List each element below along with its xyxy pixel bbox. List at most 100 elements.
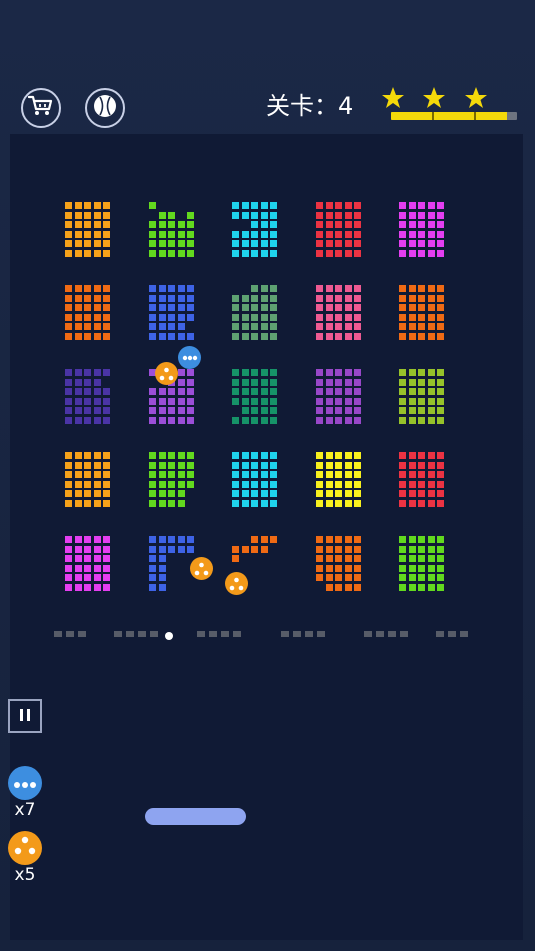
brick: [103, 461, 110, 469]
brick: [325, 452, 333, 459]
brick: [74, 490, 82, 497]
brick: [260, 388, 268, 395]
brick: [103, 583, 110, 591]
pause-button[interactable]: [8, 699, 42, 733]
brick: [241, 471, 249, 478]
brick: [354, 471, 361, 478]
brick: [93, 407, 101, 414]
brick: [427, 397, 435, 405]
brick: [260, 369, 268, 376]
brick: [354, 221, 361, 228]
brick: [232, 323, 239, 330]
brick: [418, 285, 425, 292]
brick: [241, 249, 249, 257]
brick: [260, 545, 268, 553]
brick: [149, 249, 156, 257]
brick: [65, 574, 72, 581]
brick: [149, 499, 156, 507]
brick: [65, 461, 72, 469]
brick: [84, 332, 91, 340]
brick: [316, 461, 323, 469]
brick: [270, 202, 277, 209]
brick: [168, 480, 175, 488]
brick: [408, 388, 416, 395]
brick: [325, 574, 333, 581]
brick: [103, 416, 110, 424]
brick: [149, 221, 156, 228]
brick: [251, 536, 258, 543]
brick: [325, 471, 333, 478]
brick: [335, 249, 342, 257]
brick: [316, 452, 323, 459]
brick: [344, 369, 352, 376]
brick: [418, 304, 425, 311]
brick: [270, 240, 277, 247]
brick: [65, 202, 72, 209]
brick: [335, 555, 342, 562]
brick: [325, 240, 333, 247]
brick: [149, 285, 156, 292]
brick: [103, 332, 110, 340]
brick: [437, 369, 444, 376]
brick: [325, 397, 333, 405]
track-dash: [233, 631, 241, 637]
brick: [270, 221, 277, 228]
brick: [187, 397, 194, 405]
brick: [437, 490, 444, 497]
brick: [325, 378, 333, 386]
track-dash: [281, 631, 289, 637]
brick: [93, 230, 101, 238]
brick: [241, 304, 249, 311]
ball-skin-button[interactable]: [85, 88, 125, 128]
brick: [74, 397, 82, 405]
brick: [427, 416, 435, 424]
brick: [158, 221, 166, 228]
multi-ball-item[interactable]: [8, 766, 42, 800]
brick: [408, 240, 416, 247]
brick: [65, 490, 72, 497]
brick: [74, 323, 82, 330]
brick: [437, 574, 444, 581]
shop-button[interactable]: [21, 88, 61, 128]
brick: [187, 230, 194, 238]
brick: [427, 211, 435, 219]
brick: [232, 249, 239, 257]
brick: [74, 407, 82, 414]
brick: [168, 230, 175, 238]
brick: [316, 230, 323, 238]
brick: [335, 294, 342, 302]
brick: [149, 332, 156, 340]
brick: [325, 555, 333, 562]
brick: [427, 545, 435, 553]
brick: [187, 369, 194, 376]
brick: [344, 285, 352, 292]
brick: [241, 369, 249, 376]
game-board: [10, 134, 523, 940]
paddle[interactable]: [145, 808, 246, 825]
brick: [149, 583, 156, 591]
brick: [354, 378, 361, 386]
pause-icon: [19, 707, 31, 726]
brick: [344, 416, 352, 424]
star-icon: [464, 86, 488, 110]
brick: [158, 407, 166, 414]
brick: [232, 378, 239, 386]
brick: [408, 480, 416, 488]
track-dash: [138, 631, 146, 637]
brick: [177, 397, 185, 405]
brick: [74, 294, 82, 302]
brick: [251, 369, 258, 376]
brick: [65, 407, 72, 414]
brick: [316, 471, 323, 478]
brick: [325, 369, 333, 376]
brick: [325, 536, 333, 543]
brick: [437, 230, 444, 238]
brick: [65, 416, 72, 424]
brick: [354, 388, 361, 395]
brick: [418, 378, 425, 386]
brick: [399, 294, 406, 302]
brick: [103, 285, 110, 292]
brick: [344, 313, 352, 321]
track-dash: [197, 631, 205, 637]
split-ball-item[interactable]: [8, 831, 42, 865]
